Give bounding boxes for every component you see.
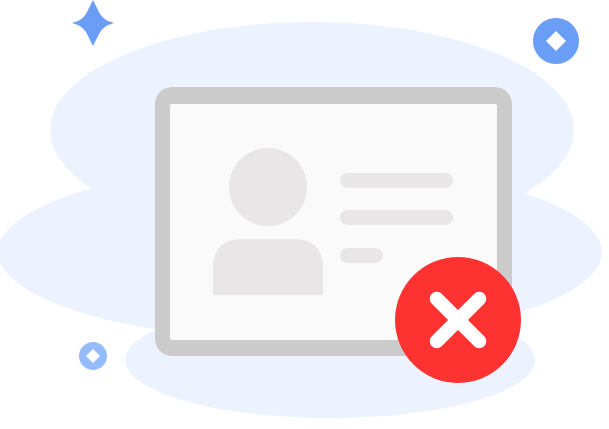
avatar-body (213, 239, 323, 295)
four-point-star-icon (72, 0, 114, 46)
id-verification-failed-illustration (0, 0, 609, 429)
diamond-badge-icon (533, 18, 579, 64)
placeholder-line-1 (340, 173, 453, 188)
placeholder-line-2 (340, 210, 453, 225)
avatar-head (229, 148, 307, 226)
placeholder-line-3 (340, 248, 383, 263)
error-x-icon (395, 257, 521, 383)
diamond-badge-small-icon (79, 342, 107, 370)
